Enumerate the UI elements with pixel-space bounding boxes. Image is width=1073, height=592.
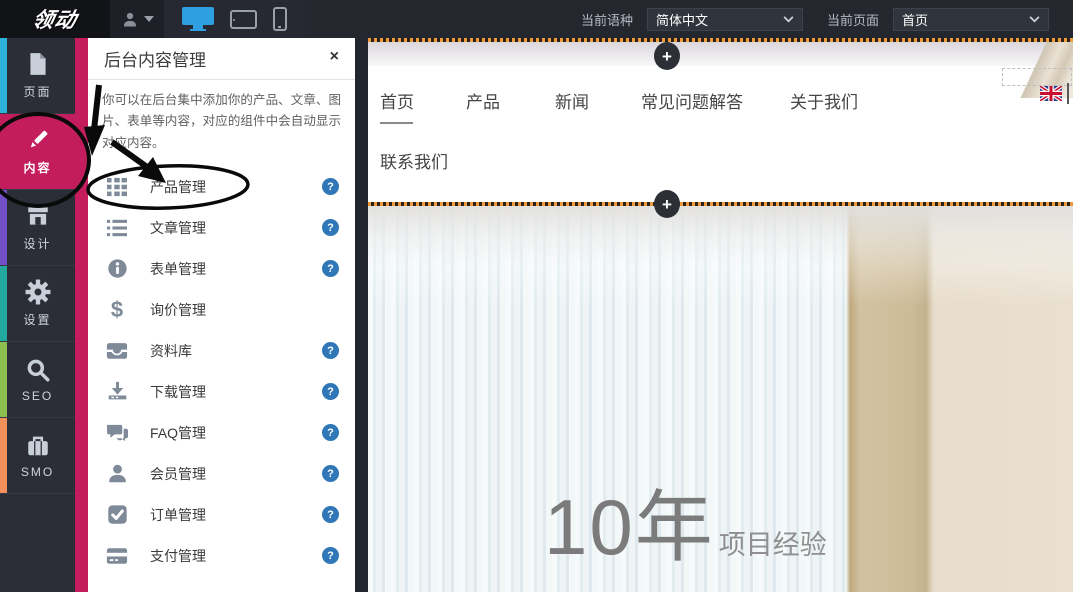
help-icon[interactable]: ?: [322, 424, 339, 441]
panel-item-download[interactable]: 下载管理 ?: [88, 371, 355, 412]
site-preview: + 首页 产品 新闻 常见问题解答 关于我们 联系我们 + 10年 项目经验: [368, 38, 1073, 592]
edge-accent: [0, 418, 7, 493]
panel-preview-divider: [355, 38, 368, 592]
banner-subline: 项目经验: [719, 523, 827, 562]
help-icon[interactable]: ?: [322, 383, 339, 400]
sidebar-item-seo[interactable]: SEO: [0, 342, 75, 418]
panel-item-library[interactable]: 资料库 ?: [88, 330, 355, 371]
grid-icon: [106, 177, 128, 197]
nav-link-contact[interactable]: 联系我们: [380, 148, 448, 173]
edge-accent: [0, 190, 7, 265]
member-icon: [107, 463, 128, 484]
list-icon: [106, 218, 128, 238]
info-icon: [107, 258, 128, 279]
panel-item-member[interactable]: 会员管理 ?: [88, 453, 355, 494]
hero-banner-image[interactable]: 10年 项目经验: [368, 206, 1073, 592]
store-icon: [25, 203, 51, 229]
sidebar-item-settings[interactable]: 设置: [0, 266, 75, 342]
sidebar-item-pages[interactable]: 页面: [0, 38, 75, 114]
briefcase-icon: [25, 433, 51, 459]
help-icon[interactable]: ?: [322, 465, 339, 482]
help-icon[interactable]: ?: [322, 219, 339, 236]
panel-header: 后台内容管理 ×: [88, 38, 355, 80]
panel-item-inquiry[interactable]: $ 询价管理: [88, 289, 355, 330]
sidebar-item-design[interactable]: 设计: [0, 190, 75, 266]
chevron-down-icon: [144, 16, 154, 22]
content-management-panel: 后台内容管理 × 你可以在后台集中添加你的产品、文章、图片、表单等内容，对应的组…: [88, 38, 355, 592]
sidebar: 页面 内容 设计: [0, 38, 75, 592]
app-logo[interactable]: 领动: [0, 0, 110, 38]
nav-link-news[interactable]: 新闻: [555, 88, 589, 113]
topbar-right: 当前语种 简体中文 当前页面 首页: [581, 0, 1073, 38]
logo-text: 领动: [30, 4, 80, 34]
panel-item-product[interactable]: 产品管理 ?: [88, 166, 355, 207]
search-icon: [25, 357, 51, 383]
banner-headline: 10年: [544, 488, 715, 566]
chevron-down-icon: [1029, 16, 1040, 23]
topbar: 领动 当前语种 简体中文 当前页面: [0, 0, 1073, 38]
page-label: 当前页面: [827, 10, 879, 29]
panel-item-article[interactable]: 文章管理 ?: [88, 207, 355, 248]
nav-link-products[interactable]: 产品: [466, 88, 500, 113]
page-value: 首页: [902, 10, 1029, 29]
panel-description: 你可以在后台集中添加你的产品、文章、图片、表单等内容，对应的组件中会自动显示对应…: [102, 90, 341, 154]
dollar-icon: $: [104, 298, 130, 322]
phone-preview-button[interactable]: [273, 7, 287, 31]
empty-widget-placeholder[interactable]: [1002, 68, 1072, 86]
nav-link-about[interactable]: 关于我们: [790, 88, 858, 113]
card-icon: [106, 547, 128, 565]
user-menu-button[interactable]: [110, 0, 164, 38]
panel-item-payment[interactable]: 支付管理 ?: [88, 535, 355, 576]
help-icon[interactable]: ?: [322, 260, 339, 277]
edge-accent: [0, 342, 7, 417]
sidebar-item-smo[interactable]: SMO: [0, 418, 75, 494]
panel-item-form[interactable]: 表单管理 ?: [88, 248, 355, 289]
panel-item-order[interactable]: 订单管理 ?: [88, 494, 355, 535]
close-icon[interactable]: ×: [330, 49, 339, 65]
page-select[interactable]: 首页: [893, 8, 1049, 31]
help-icon[interactable]: ?: [322, 342, 339, 359]
chevron-down-icon: [783, 16, 794, 23]
add-section-button[interactable]: +: [654, 42, 680, 70]
device-preview-switcher: [164, 0, 305, 38]
sidebar-item-content[interactable]: 内容: [0, 114, 75, 190]
edge-accent: [0, 266, 7, 341]
help-icon[interactable]: ?: [322, 547, 339, 564]
add-section-button[interactable]: +: [654, 190, 680, 218]
preview-top-image: [368, 42, 1073, 66]
nav-link-home[interactable]: 首页: [380, 88, 414, 113]
inbox-icon: [106, 341, 128, 360]
edge-accent: [0, 38, 7, 113]
panel-menu: 产品管理 ? 文章管理 ? 表单管理 ?: [88, 166, 355, 576]
uk-flag-icon[interactable]: [1040, 86, 1062, 101]
language-value: 简体中文: [656, 10, 783, 29]
active-nav-underline: [380, 122, 413, 124]
pencil-icon: [25, 127, 51, 153]
chat-icon: [106, 423, 129, 443]
editor-window: 领动 当前语种 简体中文 当前页面: [0, 0, 1073, 592]
desktop-preview-button[interactable]: [182, 7, 214, 31]
gear-icon: [25, 279, 51, 305]
language-select[interactable]: 简体中文: [647, 8, 803, 31]
help-icon[interactable]: ?: [322, 178, 339, 195]
tablet-preview-button[interactable]: [230, 10, 257, 29]
language-separator: [1067, 83, 1069, 104]
download-icon: [107, 381, 128, 402]
user-icon: [121, 10, 139, 28]
page-icon: [25, 51, 51, 77]
banner-text: 10年 项目经验: [544, 488, 827, 566]
active-section-accent-bar: [75, 38, 88, 592]
nav-link-faq[interactable]: 常见问题解答: [641, 88, 743, 113]
panel-title: 后台内容管理: [104, 46, 206, 71]
check-icon: [107, 504, 128, 525]
panel-item-faq[interactable]: FAQ管理 ?: [88, 412, 355, 453]
help-icon[interactable]: ?: [322, 506, 339, 523]
language-label: 当前语种: [581, 10, 633, 29]
